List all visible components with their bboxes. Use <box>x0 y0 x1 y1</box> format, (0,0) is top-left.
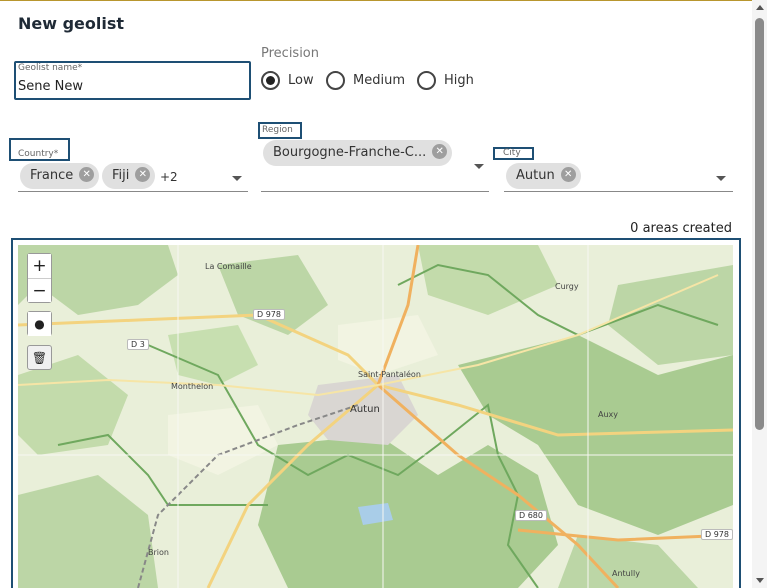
map-place-label: Autun <box>350 404 380 415</box>
precision-low-label[interactable]: Low <box>288 73 314 88</box>
country-underline <box>18 191 248 192</box>
region-underline <box>261 191 489 192</box>
chip-label: Bourgogne-Franche-C... <box>273 145 427 160</box>
region-chip-bourgogne[interactable]: Bourgogne-Franche-C... ✕ <box>263 140 453 166</box>
region-dropdown-icon[interactable] <box>474 164 484 169</box>
scroll-up-icon[interactable] <box>756 5 764 10</box>
precision-high-label[interactable]: High <box>444 73 474 88</box>
chip-label: Autun <box>516 168 555 183</box>
dialog-title: New geolist <box>18 14 125 33</box>
country-chip-france[interactable]: France ✕ <box>20 163 100 189</box>
chip-remove-icon[interactable]: ✕ <box>135 167 151 182</box>
country-label: Country* <box>18 149 59 159</box>
country-dropdown-icon[interactable] <box>232 176 242 181</box>
country-more-count: +2 <box>160 170 178 184</box>
country-chip-fiji[interactable]: Fiji ✕ <box>102 163 156 189</box>
map-canvas[interactable]: La Comaille Curgy Monthelon Saint-Pantal… <box>18 245 733 588</box>
map-place-label: Auxy <box>598 410 619 419</box>
city-dropdown-icon[interactable] <box>716 176 726 181</box>
chip-remove-icon[interactable]: ✕ <box>432 144 448 159</box>
map-zoom-controls: + − <box>27 253 52 303</box>
top-accent-line <box>0 0 767 1</box>
scroll-down-icon[interactable] <box>756 578 764 583</box>
map-place-label: Saint-Pantaléon <box>358 370 421 379</box>
trash-icon: 🗑 <box>31 351 48 365</box>
map-road-badge: D 978 <box>701 529 733 540</box>
draw-marker-button[interactable]: ● <box>27 311 52 336</box>
map-tiles <box>18 245 733 588</box>
city-chip-autun[interactable]: Autun ✕ <box>506 163 581 189</box>
zoom-out-button[interactable]: − <box>28 278 51 302</box>
precision-high-radio[interactable] <box>417 71 436 90</box>
map-road-badge: D 680 <box>515 510 547 521</box>
marker-icon: ● <box>28 312 51 336</box>
map-place-label: Antully <box>612 569 640 578</box>
chip-label: France <box>30 168 74 183</box>
map-place-label: Brion <box>148 548 169 557</box>
map-place-label: La Comaille <box>205 262 252 271</box>
zoom-in-button[interactable]: + <box>28 254 51 278</box>
delete-button[interactable]: 🗑 <box>27 345 52 370</box>
map-place-label: Curgy <box>555 282 579 291</box>
geolist-name-label: Geolist name* <box>18 63 83 73</box>
map-road-badge: D 978 <box>253 309 285 320</box>
chip-label: Fiji <box>112 168 130 183</box>
precision-medium-radio[interactable] <box>326 71 345 90</box>
city-underline <box>504 191 733 192</box>
city-label: City <box>503 148 521 158</box>
areas-created-count: 0 areas created <box>630 221 732 236</box>
chip-remove-icon[interactable]: ✕ <box>560 167 576 182</box>
map-road-badge: D 3 <box>127 339 149 350</box>
precision-low-radio[interactable] <box>261 71 280 90</box>
chip-remove-icon[interactable]: ✕ <box>79 167 95 182</box>
geolist-name-input[interactable]: Sene New <box>18 79 83 94</box>
scrollbar-thumb[interactable] <box>755 18 764 430</box>
precision-label: Precision <box>261 46 320 61</box>
precision-medium-label[interactable]: Medium <box>353 73 405 88</box>
region-label: Region <box>262 125 293 135</box>
map-place-label: Monthelon <box>171 382 214 391</box>
